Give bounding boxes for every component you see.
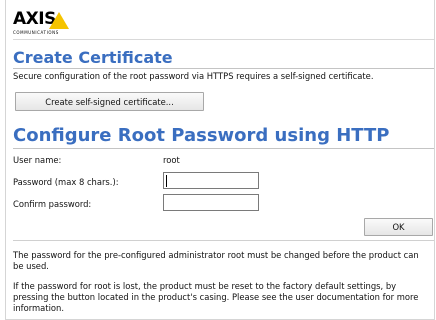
ok-button[interactable]: OK	[364, 218, 433, 236]
logo-tagline: COMMUNICATIONS	[13, 30, 59, 35]
password-field[interactable]	[163, 172, 259, 189]
certificate-description: Secure configuration of the root passwor…	[13, 71, 374, 81]
username-label: User name:	[13, 155, 62, 165]
notes-divider	[13, 240, 434, 241]
create-self-signed-certificate-button[interactable]: Create self-signed certificate...	[15, 92, 204, 111]
text-cursor	[166, 175, 167, 187]
header-divider	[13, 39, 434, 40]
confirm-password-label: Confirm password:	[13, 199, 92, 209]
configure-root-password-title: Configure Root Password using HTTP	[13, 125, 390, 146]
root-password-title-underline	[13, 148, 434, 149]
axis-logo: AXIS COMMUNICATIONS	[13, 10, 73, 38]
confirm-password-field[interactable]	[163, 194, 259, 211]
certificate-title-underline	[13, 68, 434, 69]
create-certificate-title: Create Certificate	[13, 48, 173, 67]
password-reset-note: If the password for root is lost, the pr…	[13, 281, 419, 313]
logo-triangle-icon	[49, 12, 69, 29]
username-value: root	[163, 155, 180, 165]
root-password-page: AXIS COMMUNICATIONS Create Certificate S…	[0, 0, 436, 320]
password-label: Password (max 8 chars.):	[13, 177, 119, 187]
password-change-note: The password for the pre-configured admi…	[13, 250, 419, 271]
